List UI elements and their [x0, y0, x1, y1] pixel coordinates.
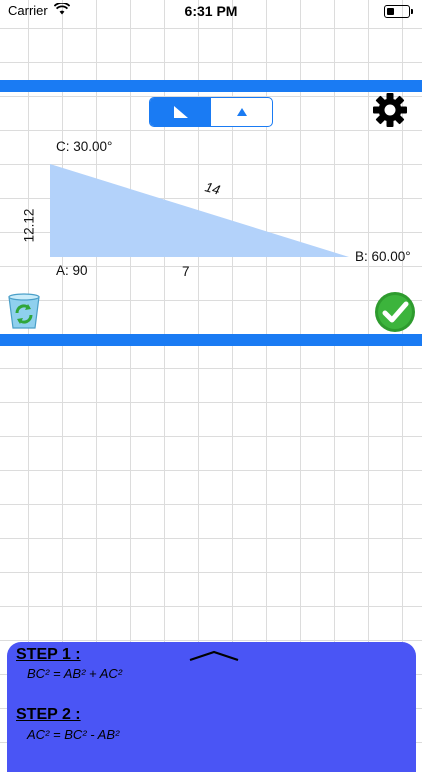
trash-icon[interactable]	[6, 292, 42, 330]
step-2-title: STEP 2 :	[16, 706, 81, 723]
gear-icon[interactable]	[373, 93, 407, 127]
status-bar: Carrier 6:31 PM	[0, 0, 422, 22]
triangle-icon	[236, 108, 247, 116]
right-triangle-icon	[173, 106, 188, 118]
segment-general-triangle[interactable]	[211, 98, 272, 126]
angle-a-label: A: 90	[56, 263, 88, 278]
checkmark-icon[interactable]	[374, 291, 416, 333]
triangle-shape	[50, 164, 349, 257]
angle-b-label: B: 60.00°	[355, 249, 411, 264]
bottom-divider-bar	[0, 334, 422, 346]
top-divider-bar	[0, 80, 422, 92]
clock: 6:31 PM	[184, 3, 238, 19]
angle-c-label: C: 30.00°	[56, 139, 113, 154]
side-ac-label[interactable]: 12.12	[22, 201, 37, 251]
step-2-equation: AC² = BC² - AB²	[27, 727, 120, 742]
segment-right-triangle[interactable]	[150, 98, 211, 126]
battery-icon	[384, 5, 413, 18]
step-1-equation: BC² = AB² + AC²	[27, 666, 123, 681]
chevron-up-icon[interactable]	[188, 650, 240, 662]
side-ab-label[interactable]: 7	[182, 264, 190, 279]
triangle-type-selector[interactable]	[149, 97, 273, 127]
step-1-title: STEP 1 :	[16, 646, 81, 663]
